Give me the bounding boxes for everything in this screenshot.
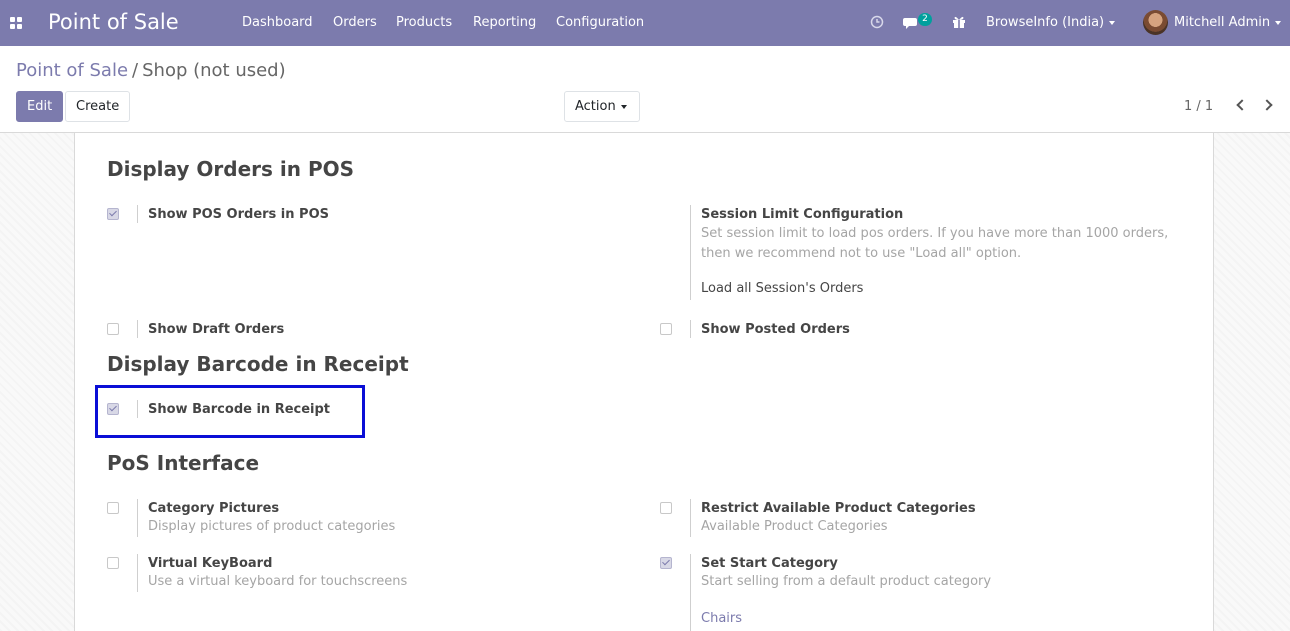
divider — [690, 499, 691, 537]
section-title-pos-interface: PoS Interface — [107, 451, 260, 475]
user-name: Mitchell Admin — [1174, 15, 1271, 30]
session-limit-desc-line2: then we recommend not to use "Load all" … — [701, 246, 1022, 261]
menu-orders[interactable]: Orders — [333, 15, 377, 30]
company-name: BrowseInfo (India) — [986, 15, 1105, 30]
show-pos-orders-checkbox[interactable] — [107, 208, 119, 220]
create-button[interactable]: Create — [65, 91, 131, 122]
top-navbar: Point of Sale Dashboard Orders Products … — [0, 0, 1290, 46]
apps-menu-icon[interactable] — [10, 17, 22, 29]
company-caret-icon — [1109, 20, 1116, 25]
virtual-keyboard-label: Virtual KeyBoard — [148, 556, 273, 571]
show-draft-orders-checkbox[interactable] — [107, 323, 119, 335]
pager-next-icon[interactable] — [1261, 99, 1273, 111]
session-limit-label: Session Limit Configuration — [701, 207, 904, 222]
menu-reporting[interactable]: Reporting — [473, 15, 536, 30]
restrict-categories-label: Restrict Available Product Categories — [701, 501, 976, 516]
control-panel: Point of Sale / Shop (not used) Edit Creat… — [0, 46, 1290, 133]
start-category-checkbox[interactable] — [660, 557, 672, 569]
breadcrumb-parent[interactable]: Point of Sale — [16, 60, 128, 81]
session-limit-description: Set session limit to load pos orders. If… — [701, 224, 1181, 264]
user-menu[interactable]: Mitchell Admin — [1174, 15, 1282, 30]
session-limit-value[interactable]: Load all Session's Orders — [701, 281, 863, 296]
section-title-display-orders: Display Orders in POS — [107, 157, 355, 181]
chat-messages-icon[interactable] — [903, 16, 919, 30]
user-caret-icon — [1275, 20, 1282, 25]
virtual-keyboard-description: Use a virtual keyboard for touchscreens — [148, 574, 408, 589]
breadcrumb: Point of Sale / Shop (not used) — [16, 60, 286, 81]
category-pictures-description: Display pictures of product categories — [148, 519, 396, 534]
divider — [137, 205, 138, 223]
show-draft-orders-label: Show Draft Orders — [148, 322, 285, 337]
session-limit-desc-line1: Set session limit to load pos orders. If… — [701, 226, 1169, 241]
show-pos-orders-label: Show POS Orders in POS — [148, 207, 329, 222]
menu-products[interactable]: Products — [396, 15, 452, 30]
activity-clock-icon[interactable] — [870, 15, 884, 29]
start-category-description: Start selling from a default product cat… — [701, 574, 992, 589]
divider — [690, 320, 691, 338]
restrict-categories-checkbox[interactable] — [660, 502, 672, 514]
divider — [690, 205, 691, 300]
category-pictures-checkbox[interactable] — [107, 502, 119, 514]
category-pictures-label: Category Pictures — [148, 501, 280, 516]
show-posted-orders-label: Show Posted Orders — [701, 322, 850, 337]
highlight-box — [95, 385, 365, 438]
divider — [137, 499, 138, 537]
pager-previous-icon[interactable] — [1236, 99, 1248, 111]
section-title-display-barcode: Display Barcode in Receipt — [107, 352, 409, 376]
menu-dashboard[interactable]: Dashboard — [242, 15, 313, 30]
start-category-label: Set Start Category — [701, 556, 838, 571]
breadcrumb-separator: / — [132, 60, 139, 81]
virtual-keyboard-checkbox[interactable] — [107, 557, 119, 569]
messages-badge: 2 — [918, 13, 932, 26]
action-caret-icon — [620, 104, 627, 109]
start-category-value[interactable]: Chairs — [701, 611, 742, 626]
divider — [137, 320, 138, 338]
app-title[interactable]: Point of Sale — [48, 10, 179, 34]
divider — [137, 554, 138, 592]
edit-button[interactable]: Edit — [16, 91, 64, 122]
show-posted-orders-checkbox[interactable] — [660, 323, 672, 335]
gift-icon[interactable] — [952, 15, 966, 29]
pager-value[interactable]: 1 / 1 — [1184, 99, 1213, 114]
action-label: Action — [575, 99, 616, 114]
menu-configuration[interactable]: Configuration — [556, 15, 644, 30]
company-switcher[interactable]: BrowseInfo (India) — [986, 15, 1116, 30]
breadcrumb-current: Shop (not used) — [142, 60, 286, 81]
restrict-categories-description: Available Product Categories — [701, 519, 888, 534]
user-avatar[interactable] — [1143, 10, 1168, 35]
divider — [690, 554, 691, 631]
action-dropdown[interactable]: Action — [564, 91, 640, 122]
